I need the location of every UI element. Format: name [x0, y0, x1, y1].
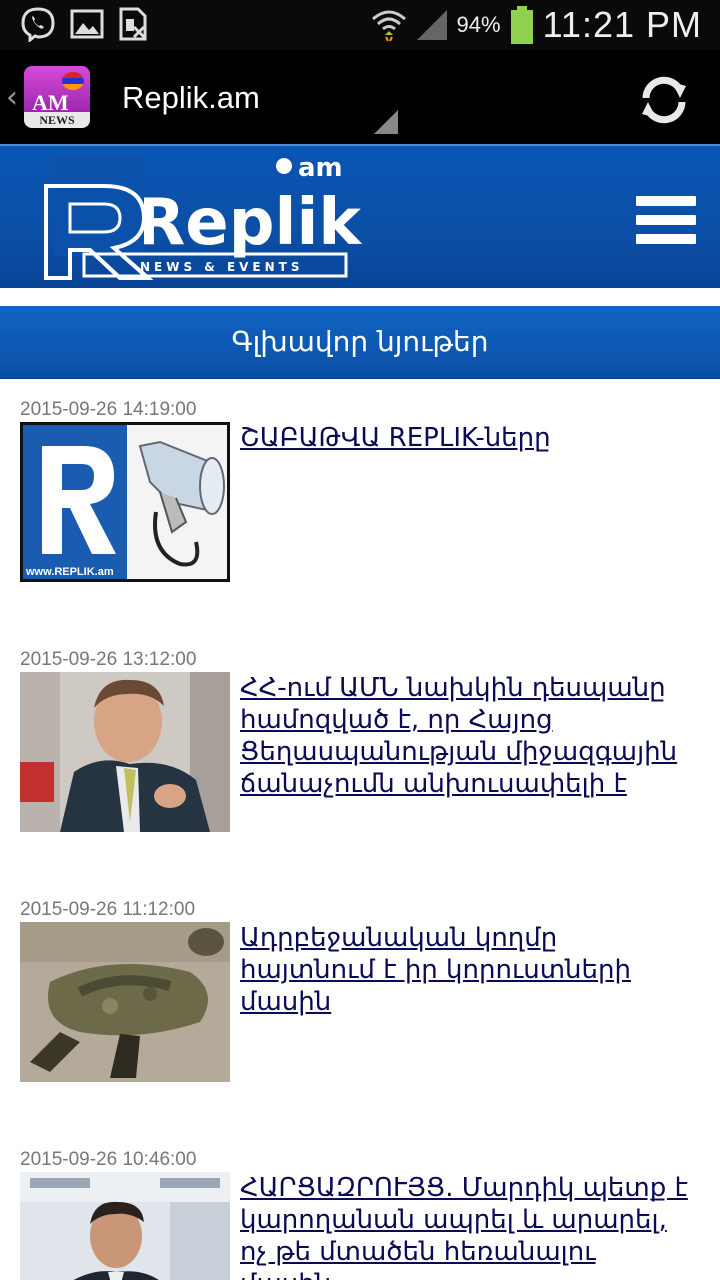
- logo-word: Replik: [136, 186, 362, 260]
- article-thumbnail[interactable]: [20, 1172, 230, 1280]
- article-headline[interactable]: ՀԱՐՑԱԶՐՈՒՅՑ. Մարդիկ պետք է կարողանան ապր…: [240, 1172, 700, 1280]
- battery-percent: 94%: [456, 12, 501, 37]
- article-thumbnail[interactable]: www.REPLIK.am: [20, 422, 230, 582]
- man-speaking-image: [20, 672, 230, 832]
- section-header: Գլխավոր նյութեր: [0, 306, 720, 379]
- article-date: 2015-09-26 14:19:00: [20, 399, 197, 420]
- article-item[interactable]: 2015-09-26 14:19:00 www.REPLIK.am ՇԱԲԱԹՎ…: [20, 398, 710, 588]
- article-date: 2015-09-26 13:12:00: [20, 649, 197, 670]
- article-headline[interactable]: ՀՀ-ում ԱՄՆ նախկին դեսպանը համոզված է, որ…: [240, 672, 700, 800]
- app-icon[interactable]: AM NEWS: [24, 66, 90, 128]
- soldier-ground-image: [20, 922, 230, 1082]
- svg-text:www.REPLIK.am: www.REPLIK.am: [25, 566, 114, 578]
- viber-icon: [21, 7, 55, 42]
- article-thumbnail[interactable]: [20, 672, 230, 832]
- battery-icon: [510, 6, 533, 44]
- section-title: Գլխավոր նյութեր: [231, 325, 489, 358]
- logo-suffix: am: [298, 156, 343, 183]
- dropdown-indicator-icon[interactable]: [374, 110, 398, 134]
- wifi-icon: [371, 10, 406, 42]
- banner-divider: [0, 288, 720, 306]
- signal-icon: [416, 10, 447, 40]
- logo-banner: Replik am NEWS & EVENTS: [0, 144, 720, 290]
- hamburger-menu-icon[interactable]: [636, 196, 696, 248]
- action-bar: ‹ AM NEWS Replik.am: [0, 50, 720, 144]
- refresh-icon[interactable]: [636, 72, 692, 128]
- logo-tagline: NEWS & EVENTS: [140, 260, 304, 274]
- clock: 11:21 PM: [542, 4, 702, 45]
- status-bar: 94% 11:21 PM: [0, 0, 720, 50]
- man-press-image: [20, 1172, 230, 1280]
- article-item[interactable]: 2015-09-26 11:12:00 Ադրբեջանական կողմը հ…: [20, 898, 710, 1088]
- image-icon: [70, 9, 104, 39]
- article-list: 2015-09-26 14:19:00 www.REPLIK.am ՇԱԲԱԹՎ…: [0, 378, 720, 1280]
- replik-logo[interactable]: Replik am NEWS & EVENTS: [44, 156, 364, 284]
- article-date: 2015-09-26 11:12:00: [20, 899, 196, 920]
- article-headline[interactable]: Ադրբեջանական կողմը հայտնում է իր կորուստ…: [240, 922, 700, 1018]
- article-item[interactable]: 2015-09-26 10:46:00 ՀԱՐՑԱԶՐՈՒՅՑ. Մարդիկ …: [20, 1148, 710, 1280]
- sim-icon: [119, 7, 147, 41]
- article-date: 2015-09-26 10:46:00: [20, 1149, 197, 1170]
- app-title[interactable]: Replik.am: [122, 80, 260, 116]
- replik-megaphone-image: www.REPLIK.am: [20, 422, 230, 582]
- article-headline[interactable]: ՇԱԲԱԹՎԱ REPLIK-ները: [240, 422, 700, 454]
- back-chevron-icon[interactable]: ‹: [6, 80, 18, 115]
- article-thumbnail[interactable]: [20, 922, 230, 1082]
- app-icon-subtext: NEWS: [24, 112, 90, 128]
- armenia-flag-icon: [62, 72, 84, 90]
- article-item[interactable]: 2015-09-26 13:12:00 ՀՀ-ում ԱՄՆ նախկին դե…: [20, 648, 710, 838]
